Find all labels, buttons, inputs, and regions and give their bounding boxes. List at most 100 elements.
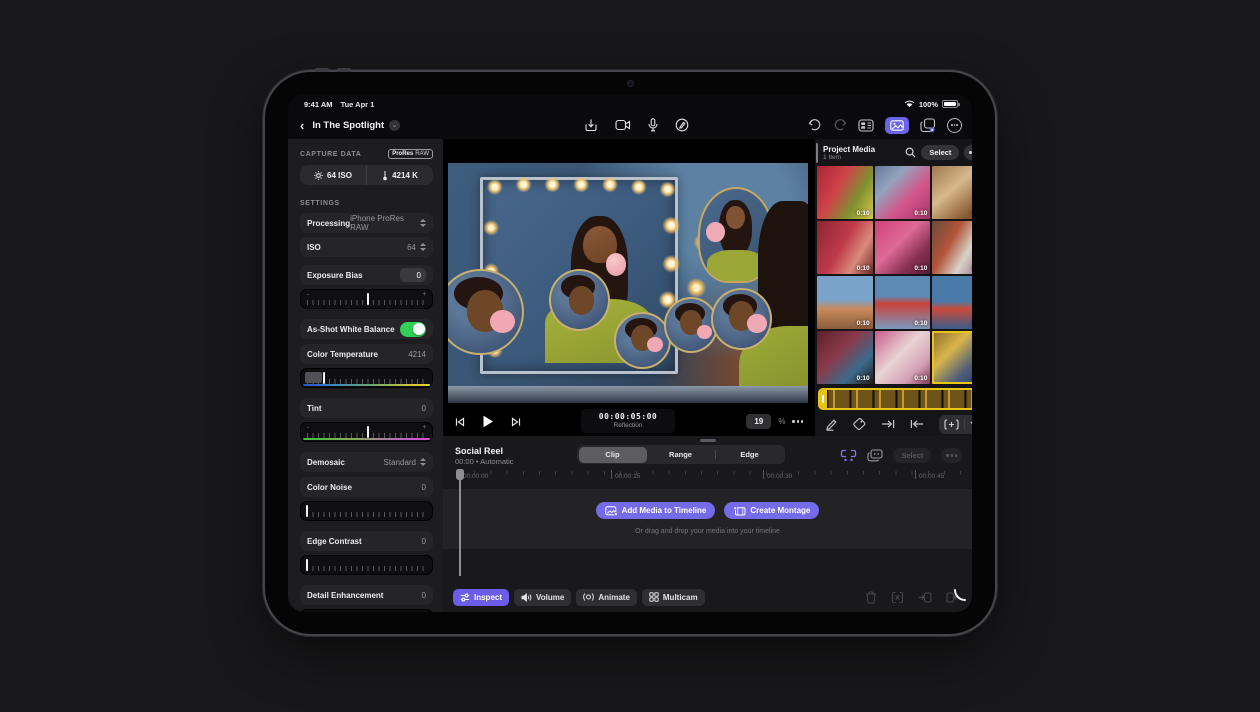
play-icon[interactable] — [482, 415, 494, 428]
inspector-panel: CAPTURE DATA ProRes RAW 64 ISO — [288, 139, 443, 612]
timeline-ruler[interactable]: 00:00:00 00:00:15 00:00:30 00:00:45 — [443, 469, 972, 486]
timeline-drop-zone[interactable] — [443, 489, 972, 549]
rename-pencil-icon[interactable] — [825, 418, 838, 431]
snapping-icon[interactable] — [840, 449, 857, 462]
media-thumbnail[interactable]: 0:10 — [932, 276, 972, 329]
media-thumbnail[interactable]: 0:10 — [932, 166, 972, 219]
overwrite-left-icon[interactable] — [918, 592, 932, 603]
viewer-panel: 00:00:05:00 Reflection 19 % — [443, 139, 813, 436]
timeline-toolbar: Inspect Volume Animate — [443, 584, 972, 612]
animate-button[interactable]: Animate — [576, 589, 637, 606]
color-temperature-row: Color Temperature 4214 — [300, 344, 433, 364]
video-preview[interactable] — [448, 163, 808, 403]
edit-mode-segmented-control: Clip Range Edge — [577, 445, 785, 464]
resize-corner-handle[interactable] — [953, 588, 967, 602]
media-thumbnail[interactable]: 0:10 — [817, 331, 873, 384]
detail-enhancement-value[interactable]: 0 — [422, 591, 426, 600]
mode-range[interactable]: Range — [647, 447, 715, 463]
timeline-select-button[interactable]: Select — [893, 448, 931, 463]
media-thumbnail[interactable]: 0:10 — [817, 276, 873, 329]
media-thumbnail[interactable]: 0:10 — [817, 221, 873, 274]
detail-enhancement-slider[interactable] — [300, 609, 433, 612]
color-temperature-slider[interactable] — [300, 368, 433, 388]
search-icon[interactable] — [905, 147, 916, 158]
scroll-indicator — [816, 143, 818, 163]
stepper-icon — [420, 219, 426, 227]
media-more-button[interactable] — [964, 145, 972, 160]
more-options-icon[interactable] — [947, 118, 962, 133]
exposure-bias-value[interactable]: 0 — [400, 268, 426, 282]
append-clip-icon[interactable] — [881, 419, 895, 429]
insert-to-timeline-icon[interactable] — [939, 416, 964, 432]
media-thumbnail-selected[interactable]: 0:12 — [932, 331, 972, 384]
split-clip-icon[interactable] — [891, 591, 904, 604]
detail-enhancement-row: Detail Enhancement 0 — [300, 585, 433, 605]
project-title[interactable]: In The Spotlight — [312, 120, 384, 131]
clip-filmstrip[interactable] — [818, 388, 972, 410]
back-chevron-icon[interactable]: ‹ — [300, 119, 304, 132]
playhead-handle[interactable] — [456, 469, 465, 480]
tint-value[interactable]: 0 — [422, 404, 426, 413]
iso-row[interactable]: ISO 64 — [300, 237, 433, 257]
media-thumbnail[interactable]: 0:10 — [875, 221, 931, 274]
mode-clip[interactable]: Clip — [579, 447, 647, 463]
undo-icon[interactable] — [808, 119, 822, 131]
multicam-button[interactable]: Multicam — [642, 589, 705, 606]
media-panel-title: Project Media — [823, 145, 900, 154]
delete-icon[interactable] — [865, 591, 877, 604]
playhead[interactable] — [459, 469, 461, 576]
edge-contrast-value[interactable]: 0 — [422, 537, 426, 546]
clip-appearance-icon[interactable] — [867, 449, 883, 462]
white-balance-toggle[interactable] — [400, 322, 426, 337]
next-frame-icon[interactable] — [511, 417, 521, 427]
top-toolbar: ‹ In The Spotlight ⌄ — [288, 111, 972, 139]
redo-icon[interactable] — [833, 119, 847, 131]
edge-contrast-row: Edge Contrast 0 — [300, 531, 433, 551]
media-thumbnail[interactable]: 0:10 — [875, 276, 931, 329]
color-noise-slider[interactable] — [300, 501, 433, 521]
color-noise-value[interactable]: 0 — [422, 483, 426, 492]
viewer-more-icon[interactable] — [792, 420, 803, 422]
camera-icon[interactable] — [615, 119, 631, 131]
add-options-chevron-icon[interactable] — [964, 416, 972, 432]
content-library-icon[interactable] — [920, 118, 936, 133]
demosaic-row[interactable]: Demosaic Standard — [300, 452, 433, 472]
media-thumbnail[interactable]: 0:10 — [817, 166, 873, 219]
prepend-clip-icon[interactable] — [910, 419, 924, 429]
previous-frame-icon[interactable] — [455, 417, 465, 427]
media-thumbnail[interactable]: 0:10 — [875, 331, 931, 384]
import-icon[interactable] — [584, 118, 598, 132]
volume-button[interactable]: Volume — [514, 589, 571, 606]
timeline-more-button[interactable] — [941, 448, 962, 463]
mic-icon[interactable] — [648, 118, 658, 132]
white-balance-row: As-Shot White Balance — [300, 319, 433, 339]
inspect-button[interactable]: Inspect — [453, 589, 509, 606]
title-menu-chevron-icon[interactable]: ⌄ — [389, 120, 400, 131]
page-background: 9:41 AM Tue Apr 1 100% ‹ In The Spotligh… — [0, 0, 1260, 712]
battery-icon — [942, 100, 958, 108]
trim-handle-left[interactable] — [820, 390, 827, 408]
capture-data-chip: 64 ISO 4214 K — [300, 165, 433, 185]
exposure-bias-slider[interactable]: - + — [300, 289, 433, 309]
browser-layout-icon[interactable] — [858, 119, 874, 132]
edge-contrast-slider[interactable] — [300, 555, 433, 575]
mode-edge[interactable]: Edge — [716, 447, 784, 463]
media-thumbnail[interactable]: 0:10 — [932, 221, 972, 274]
clock: 9:41 AM — [304, 100, 332, 109]
tint-slider[interactable]: - + — [300, 422, 433, 442]
processing-row[interactable]: Processing iPhone ProRes RAW — [300, 213, 433, 233]
pencil-tools-icon[interactable] — [675, 118, 689, 132]
media-thumbnail[interactable]: 0:10 — [875, 166, 931, 219]
battery-percent: 100% — [919, 100, 938, 109]
zoom-unit: % — [778, 417, 785, 426]
media-select-button[interactable]: Select — [921, 145, 959, 160]
create-montage-button[interactable]: Create Montage — [724, 502, 819, 519]
add-media-to-timeline-button[interactable]: Add Media to Timeline — [596, 502, 716, 519]
media-library-icon[interactable] — [885, 117, 909, 134]
tag-icon[interactable] — [853, 418, 866, 430]
color-temperature-value[interactable]: 4214 — [408, 350, 426, 359]
timecode-display[interactable]: 00:00:05:00 Reflection — [581, 409, 675, 433]
timeline-track-area[interactable]: Add Media to Timeline Create Montage Or … — [443, 486, 972, 584]
status-bar: 9:41 AM Tue Apr 1 100% — [288, 94, 972, 111]
zoom-level-field[interactable]: 19 — [746, 414, 771, 429]
